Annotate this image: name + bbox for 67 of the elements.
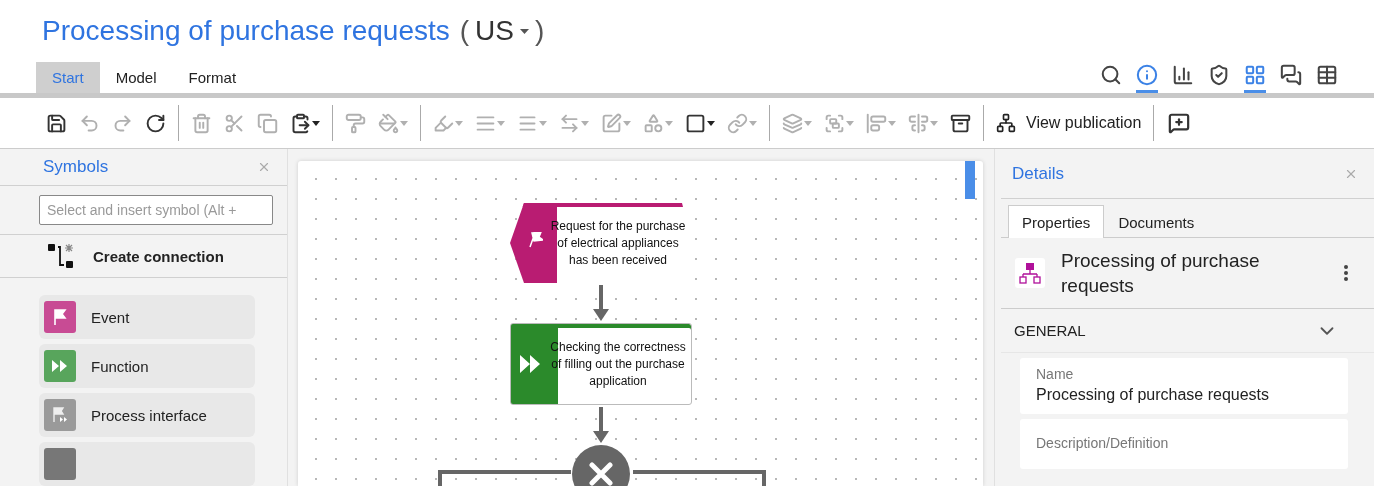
sitemap-icon (996, 113, 1016, 133)
more-icon (1344, 265, 1348, 281)
flag-icon (529, 232, 543, 248)
align-left-icon (866, 112, 887, 134)
field-label: Name (1036, 366, 1075, 382)
bar-chart-icon (1172, 64, 1194, 86)
xor-gateway-shape[interactable] (571, 444, 631, 486)
details-tab[interactable]: Properties (1008, 205, 1105, 238)
symbols-icon (1244, 64, 1266, 86)
info-icon (1136, 64, 1158, 86)
comments-icon (1280, 64, 1302, 86)
copy-icon (257, 112, 278, 134)
field-value: Processing of purchase requests (1036, 386, 1270, 404)
fast-forward-icon (44, 350, 76, 382)
create-connection-button[interactable]: Create connection (0, 235, 287, 278)
square-icon (685, 112, 706, 134)
symbol-item[interactable] (39, 442, 255, 486)
field-label: Description/Definition (1036, 435, 1170, 451)
layers-icon (782, 112, 803, 134)
arrows-icon (559, 112, 580, 134)
comment-plus-icon (1168, 112, 1191, 134)
ribbon-tab[interactable]: Format (172, 62, 253, 93)
edit-icon (601, 112, 622, 134)
scrollbar-thumb[interactable] (965, 161, 975, 199)
paint-roller-icon (345, 112, 366, 134)
section-header[interactable]: GENERAL (1001, 309, 1374, 353)
bracket: ) (535, 15, 545, 47)
description-field[interactable]: Description/Definition (1020, 419, 1348, 469)
trash-icon (191, 112, 212, 134)
link-icon (727, 112, 748, 134)
scissors-icon (224, 112, 245, 134)
panel-title: Symbols (43, 157, 109, 178)
group-icon (824, 112, 845, 134)
language-code: US (475, 15, 514, 47)
save-icon (46, 112, 67, 134)
ribbon-tab[interactable]: Model (99, 62, 173, 93)
symbol-item[interactable]: Event (39, 295, 255, 339)
arrow-connector (593, 285, 609, 321)
more-button[interactable] (1344, 265, 1348, 281)
language-dropdown[interactable]: ( US ) (449, 15, 545, 47)
search-icon (1100, 64, 1122, 86)
page-title: Processing of purchase requests (42, 15, 450, 47)
refresh-icon (145, 112, 166, 134)
table-icon (1316, 64, 1338, 86)
model-icon (1015, 258, 1045, 288)
view-publication-button[interactable]: View publication (984, 105, 1155, 141)
flag-icon (44, 301, 76, 333)
fast-forward-icon (520, 355, 540, 373)
symbol-icon (44, 448, 76, 480)
paint-bucket-icon (378, 112, 399, 134)
connection-icon (47, 242, 75, 271)
bracket: ( (459, 15, 470, 47)
clipboard-icon (290, 112, 311, 134)
symbol-item[interactable]: Process interface (39, 393, 255, 437)
arrow-connector (593, 407, 609, 443)
align-center-icon (908, 112, 929, 134)
cabinet-icon (950, 112, 971, 134)
shapes-icon (643, 112, 664, 134)
symbol-search-field[interactable]: Select and insert symbol (Alt + (39, 195, 273, 226)
name-field[interactable]: Name Processing of purchase requests (1020, 358, 1348, 414)
flag-forward-icon (44, 399, 76, 431)
panel-title: Details (1012, 163, 1064, 184)
shield-icon (1208, 64, 1230, 86)
symbol-item[interactable]: Function (39, 344, 255, 388)
details-tab[interactable]: Documents (1104, 205, 1209, 238)
object-name: Processing of purchase requests (1061, 249, 1261, 298)
caret-icon (520, 28, 529, 34)
